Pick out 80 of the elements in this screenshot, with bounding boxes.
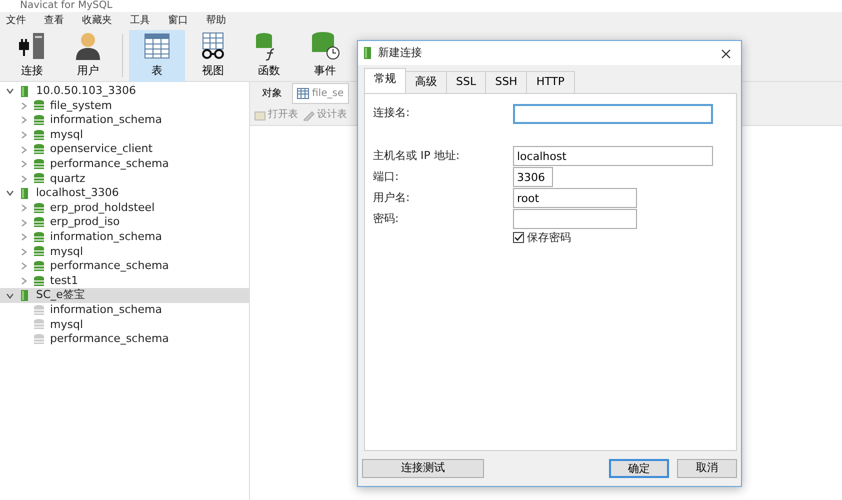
server-icon bbox=[20, 86, 30, 97]
close-icon[interactable] bbox=[721, 48, 731, 59]
object-tab[interactable]: file_se bbox=[292, 82, 349, 104]
database-icon bbox=[34, 334, 44, 345]
dialog-button[interactable]: 确定 bbox=[609, 459, 669, 478]
server-icon bbox=[364, 47, 372, 59]
table-icon bbox=[142, 30, 172, 60]
tab[interactable]: 常规 bbox=[364, 68, 406, 92]
tree-item[interactable]: 10.0.50.103_3306 bbox=[0, 84, 249, 99]
database-icon bbox=[34, 319, 44, 330]
tree-item[interactable]: quartz bbox=[0, 172, 249, 186]
plug-icon bbox=[17, 30, 47, 60]
toolbar-button[interactable]: 视图 bbox=[185, 30, 241, 82]
database-icon bbox=[34, 144, 44, 156]
tree-item[interactable]: performance_schema bbox=[0, 332, 249, 347]
tree-item[interactable]: erp_prod_holdsteel bbox=[0, 200, 249, 216]
checkbox[interactable] bbox=[513, 232, 524, 244]
field-label: 连接名: bbox=[373, 105, 411, 122]
server-icon bbox=[20, 188, 30, 199]
chevron-down-icon bbox=[6, 189, 14, 198]
menu-item[interactable]: 工具 bbox=[130, 12, 150, 28]
folder-icon bbox=[254, 108, 266, 120]
checkbox-label: 保存密码 bbox=[527, 230, 571, 246]
tab[interactable]: HTTP bbox=[526, 71, 574, 92]
database-icon bbox=[34, 304, 44, 316]
tree-item[interactable]: openservice_client bbox=[0, 142, 249, 157]
toolbar-button[interactable]: 用户 bbox=[60, 30, 116, 82]
database-icon bbox=[34, 173, 44, 184]
database-icon bbox=[34, 217, 44, 228]
server-icon bbox=[20, 290, 30, 302]
chevron-down-icon bbox=[6, 292, 14, 300]
tree-item[interactable]: SC_e签宝 bbox=[0, 288, 249, 303]
database-icon bbox=[34, 232, 44, 243]
user-icon bbox=[73, 30, 103, 60]
toolbar-button[interactable]: 函数 bbox=[241, 30, 297, 82]
pencil-icon bbox=[303, 108, 315, 120]
field-label: 主机名或 IP 地址: bbox=[373, 148, 461, 164]
tree-item[interactable]: information_schema bbox=[0, 113, 249, 128]
database-icon bbox=[34, 100, 44, 112]
toolbar-button[interactable]: 事件 bbox=[297, 30, 353, 82]
tree-item[interactable]: information_schema bbox=[0, 230, 249, 245]
menu-item[interactable]: 查看 bbox=[44, 12, 64, 28]
tree-item[interactable]: mysql bbox=[0, 244, 249, 260]
database-icon bbox=[34, 158, 44, 170]
tree-item[interactable]: information_schema bbox=[0, 302, 249, 318]
chevron-down-icon bbox=[6, 87, 14, 96]
dialog-title: 新建连接 bbox=[378, 44, 422, 61]
menu-item[interactable]: 文件 bbox=[6, 12, 26, 28]
menu-item[interactable]: 收藏夹 bbox=[82, 12, 112, 28]
input-field[interactable]: localhost bbox=[513, 146, 713, 166]
tree-item[interactable]: erp_prod_iso bbox=[0, 215, 249, 230]
tree-item[interactable]: mysql bbox=[0, 128, 249, 142]
field-label: 密码: bbox=[373, 210, 400, 227]
database-icon bbox=[34, 202, 44, 214]
tree-item[interactable]: performance_schema bbox=[0, 259, 249, 274]
tree-item[interactable]: file_system bbox=[0, 98, 249, 114]
database-icon bbox=[34, 246, 44, 258]
clock-icon bbox=[310, 30, 340, 60]
tree-item[interactable]: localhost_3306 bbox=[0, 186, 249, 201]
toolbar-button[interactable]: 表 bbox=[129, 30, 185, 82]
input-field[interactable]: 3306 bbox=[513, 167, 553, 187]
dialog-button[interactable]: 取消 bbox=[677, 459, 737, 478]
input-field[interactable]: root bbox=[513, 188, 637, 208]
menu-item[interactable]: 窗口 bbox=[168, 12, 188, 28]
input-field[interactable] bbox=[513, 209, 637, 229]
tree-item[interactable]: mysql bbox=[0, 318, 249, 332]
tree-item[interactable]: test1 bbox=[0, 274, 249, 288]
database-icon bbox=[34, 276, 44, 287]
object-tab[interactable]: 对象 bbox=[256, 84, 288, 102]
database-icon bbox=[34, 114, 44, 126]
database-icon bbox=[34, 260, 44, 272]
field-label: 端口: bbox=[373, 168, 400, 185]
database-icon bbox=[34, 130, 44, 141]
menu-item[interactable]: 帮助 bbox=[206, 12, 226, 28]
tree-item[interactable]: performance_schema bbox=[0, 156, 249, 172]
field-label: 用户名: bbox=[373, 190, 411, 206]
input-field[interactable] bbox=[513, 104, 713, 124]
dialog-button[interactable]: 连接测试 bbox=[362, 459, 484, 478]
table-icon bbox=[297, 88, 309, 98]
toolbar-button[interactable]: 连接 bbox=[4, 30, 60, 82]
